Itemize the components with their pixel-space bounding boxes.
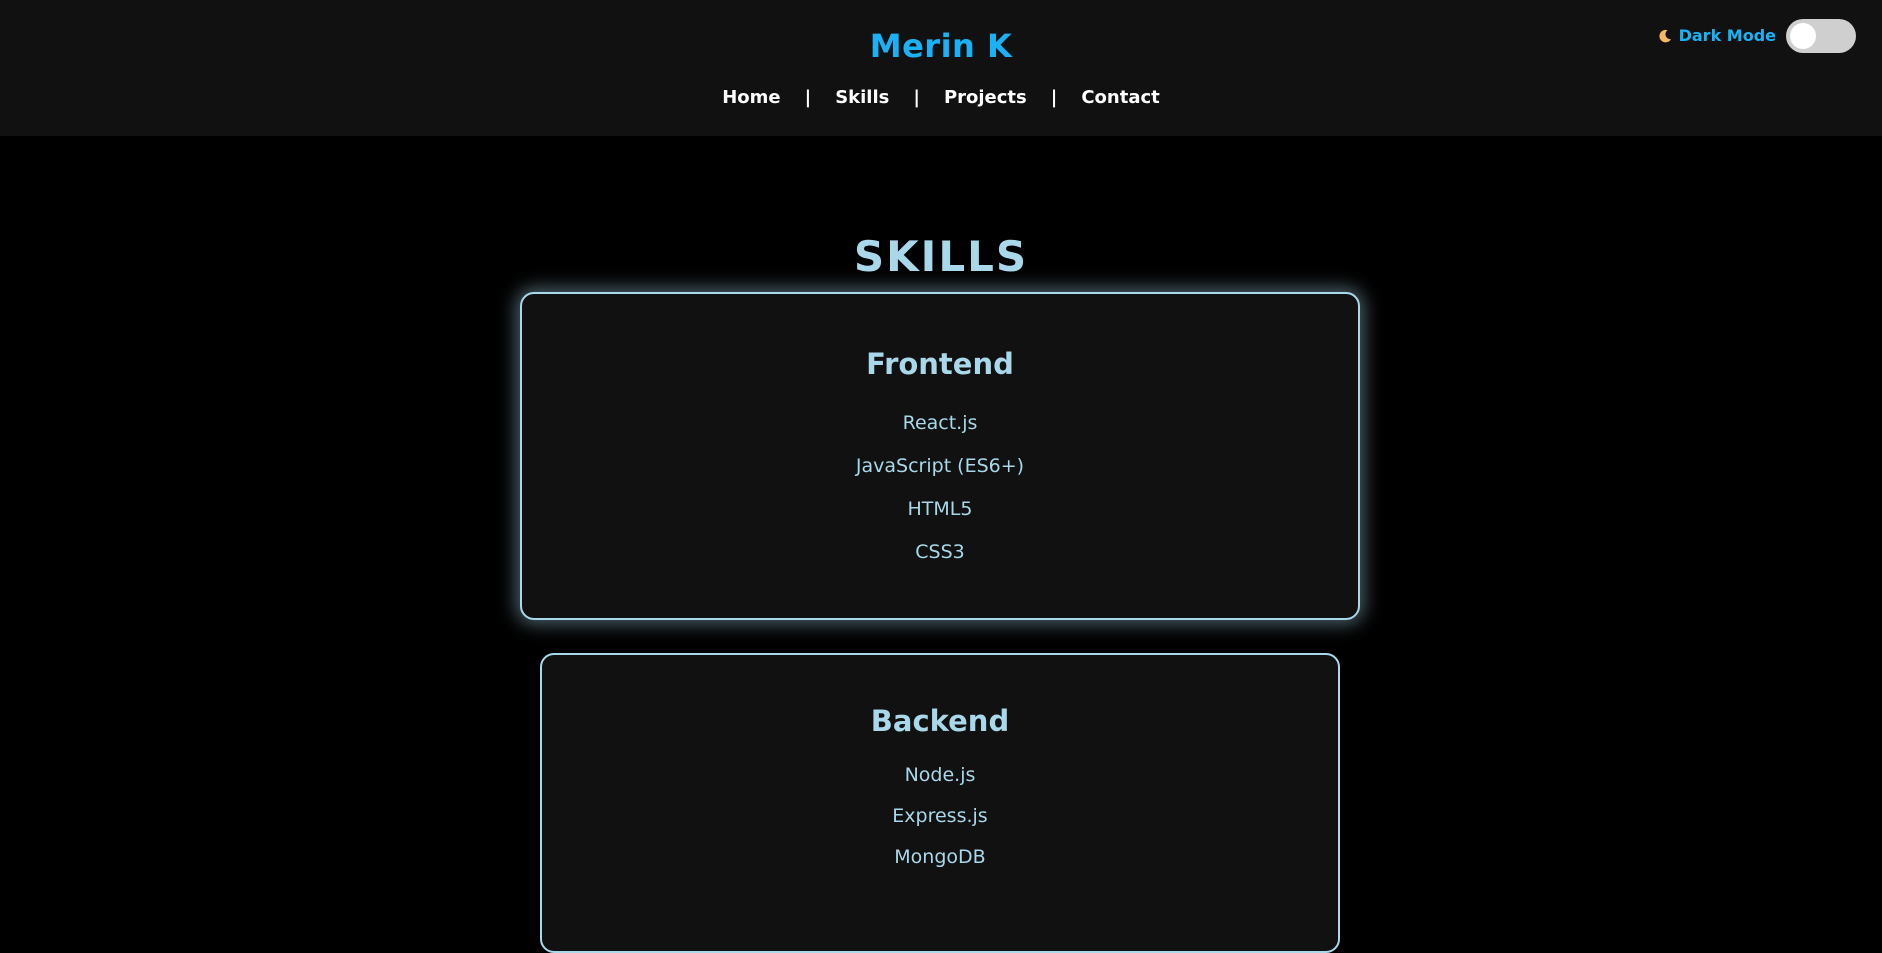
skill-item: CSS3: [915, 541, 965, 563]
main-nav: Home | Skills | Projects | Contact: [0, 86, 1882, 110]
card-title: Backend: [870, 704, 1010, 738]
skill-list: React.js JavaScript (ES6+) HTML5 CSS3: [522, 402, 1358, 574]
nav-link-contact[interactable]: Contact: [1081, 86, 1159, 110]
skill-item: Express.js: [892, 805, 988, 827]
nav-link-skills[interactable]: Skills: [835, 86, 889, 110]
toggle-knob: [1790, 23, 1816, 49]
card-title: Frontend: [866, 347, 1014, 381]
page-title: SKILLS: [853, 232, 1029, 282]
skill-item: React.js: [902, 412, 978, 434]
theme-toggle-label: Dark Mode: [1678, 26, 1776, 45]
site-header: Merin K Home | Skills | Projects | Conta…: [0, 0, 1882, 136]
skill-item: MongoDB: [894, 846, 986, 868]
brand-name[interactable]: Merin K: [0, 26, 1882, 66]
skill-card-backend: Backend Node.js Express.js MongoDB: [540, 653, 1340, 953]
skill-list: Node.js Express.js MongoDB: [542, 755, 1338, 878]
skill-item: JavaScript (ES6+): [855, 455, 1025, 477]
nav-link-home[interactable]: Home: [722, 86, 780, 110]
theme-toggle: Dark Mode: [1657, 19, 1856, 53]
nav-separator: |: [913, 87, 920, 108]
skill-item: HTML5: [907, 498, 973, 520]
nav-separator: |: [1050, 87, 1058, 108]
theme-toggle-switch[interactable]: [1786, 19, 1856, 53]
skill-card-frontend: Frontend React.js JavaScript (ES6+) HTML…: [520, 292, 1360, 620]
skill-item: Node.js: [904, 764, 976, 786]
nav-link-projects[interactable]: Projects: [944, 86, 1027, 110]
moon-icon: [1657, 28, 1673, 44]
nav-separator: |: [804, 87, 812, 108]
